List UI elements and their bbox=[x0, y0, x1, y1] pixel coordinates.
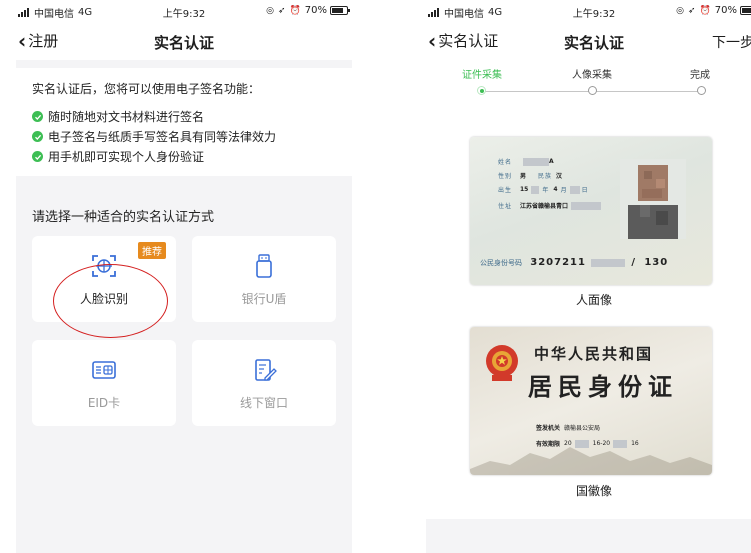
id-birth-year: 15 bbox=[520, 186, 529, 193]
clock-icon: ⏰ bbox=[289, 5, 301, 16]
id-number-end: 130 bbox=[644, 257, 669, 268]
clock-icon: ⏰ bbox=[699, 5, 711, 16]
id-ethnic-value: 汉 bbox=[556, 173, 563, 180]
check-circle-icon bbox=[32, 151, 43, 162]
id-validity-part1: 20 bbox=[564, 440, 572, 447]
redaction-mask bbox=[571, 201, 602, 210]
bank-ukey-card[interactable]: 银行U盾 bbox=[192, 236, 336, 322]
method-section: 请选择一种适合的实名认证方式 推荐 人脸识别 银行U盾 EID卡 线下窗口 bbox=[16, 186, 352, 553]
eid-card-option[interactable]: EID卡 bbox=[32, 340, 176, 426]
redaction-mask bbox=[574, 439, 589, 448]
id-validity-row: 有效期限 20 16-20 16 bbox=[536, 439, 639, 448]
usb-key-icon bbox=[192, 252, 336, 280]
status-bar: 中国电信 4G 上午9:32 ◎ ➶ ⏰ 70% bbox=[426, 0, 751, 22]
id-gender-label: 性别 bbox=[498, 173, 513, 180]
battery-icon bbox=[740, 6, 751, 15]
redaction-mask bbox=[613, 439, 628, 448]
benefit-text: 电子签名与纸质手写签名具有同等法律效力 bbox=[48, 130, 277, 144]
progress-steps: 证件采集 人像采集 完成 bbox=[426, 62, 751, 102]
highlight-circle bbox=[53, 264, 168, 338]
benefit-item: 用手机即可实现个人身份验证 bbox=[32, 148, 204, 165]
id-number-row: 公民身份号码 3207211 / 130 bbox=[480, 257, 669, 268]
redaction-mask bbox=[569, 185, 580, 194]
page-title: 实名认证 bbox=[153, 34, 214, 52]
national-emblem-icon bbox=[484, 343, 520, 383]
id-birth-day-unit: 日 bbox=[581, 187, 588, 194]
id-back-country-title: 中华人民共和国 bbox=[534, 345, 654, 363]
alarm-icon: ◎ bbox=[266, 5, 274, 16]
right-phone-screen: 中国电信 4G 上午9:32 ◎ ➶ ⏰ 70% ‹ 实名认证 实名认证 下一步… bbox=[426, 0, 751, 553]
step-label-capture-id: 证件采集 bbox=[462, 70, 502, 81]
id-front-caption: 人面像 bbox=[575, 293, 612, 307]
id-birth-label: 出生 bbox=[498, 187, 513, 194]
id-name-row: 姓名 A bbox=[498, 157, 554, 166]
step-label-capture-face: 人像采集 bbox=[572, 70, 612, 81]
bank-ukey-label: 银行U盾 bbox=[241, 292, 287, 306]
step-label-complete: 完成 bbox=[690, 70, 710, 81]
id-address-label: 住址 bbox=[498, 203, 513, 210]
step-connector bbox=[482, 91, 594, 92]
location-icon: ➶ bbox=[688, 5, 696, 16]
id-authority-label: 签发机关 bbox=[536, 425, 561, 432]
id-name-label: 姓名 bbox=[498, 159, 513, 166]
battery-percent: 70% bbox=[304, 5, 327, 16]
status-right: ◎ ➶ ⏰ 70% bbox=[676, 5, 751, 16]
redaction-mask bbox=[523, 157, 549, 166]
id-birth-month-unit: 月 bbox=[560, 187, 567, 194]
intro-lead: 实名认证后，您将可以使用电子签名功能： bbox=[32, 82, 261, 96]
benefit-item: 随时随地对文书材料进行签名 bbox=[32, 108, 204, 125]
id-gender-row: 性别 男 民族 汉 bbox=[498, 171, 562, 180]
id-authority-value: 赣榆县公安局 bbox=[564, 425, 601, 432]
id-validity-label: 有效期限 bbox=[536, 441, 561, 448]
id-back-card-title: 居民身份证 bbox=[528, 372, 678, 401]
id-address-value: 江苏省赣榆县青口 bbox=[520, 203, 569, 210]
redaction-mask bbox=[591, 259, 626, 267]
id-authority-row: 签发机关 赣榆县公安局 bbox=[536, 423, 600, 432]
step-dot-active bbox=[477, 86, 486, 95]
id-gender-value: 男 bbox=[520, 173, 527, 180]
battery-percent: 70% bbox=[714, 5, 737, 16]
id-ethnic-label: 民族 bbox=[538, 173, 553, 180]
method-section-title: 请选择一种适合的实名认证方式 bbox=[32, 210, 215, 225]
left-phone-screen: 中国电信 4G 上午9:32 ◎ ➶ ⏰ 70% ‹ 注册 实名认证 实名认证后… bbox=[16, 0, 352, 553]
id-validity-part2: 16-20 bbox=[592, 440, 611, 447]
next-step-button[interactable]: 下一步 bbox=[712, 32, 751, 52]
eid-card-label: EID卡 bbox=[87, 396, 121, 410]
id-validity-part3: 16 bbox=[631, 440, 639, 447]
benefit-item: 电子签名与纸质手写签名具有同等法律效力 bbox=[32, 128, 276, 145]
check-circle-icon bbox=[32, 111, 43, 122]
id-birth-month: 4 bbox=[553, 186, 558, 193]
benefit-text: 随时随地对文书材料进行签名 bbox=[48, 110, 205, 124]
status-bar: 中国电信 4G 上午9:32 ◎ ➶ ⏰ 70% bbox=[16, 0, 352, 22]
status-right: ◎ ➶ ⏰ 70% bbox=[266, 5, 350, 16]
id-card-back-image[interactable]: 中华人民共和国 居民身份证 签发机关 赣榆县公安局 有效期限 20 16-20 … bbox=[470, 327, 712, 475]
nav-bar: ‹ 实名认证 实名认证 下一步 bbox=[426, 22, 751, 60]
id-number-label: 公民身份号码 bbox=[480, 259, 522, 267]
offline-window-card[interactable]: 线下窗口 bbox=[192, 340, 336, 426]
id-birth-year-unit: 年 bbox=[542, 187, 549, 194]
id-portrait-photo bbox=[620, 159, 686, 239]
location-icon: ➶ bbox=[278, 5, 286, 16]
id-back-caption: 国徽像 bbox=[575, 484, 612, 498]
id-birth-row: 出生 15 年 4 月 日 bbox=[498, 185, 588, 194]
redaction-mask bbox=[531, 185, 540, 194]
document-edit-icon bbox=[192, 356, 336, 384]
id-number-start: 3207211 bbox=[530, 257, 586, 268]
footer-area bbox=[426, 519, 751, 553]
step-connector bbox=[594, 91, 704, 92]
step-dot bbox=[588, 86, 597, 95]
eid-card-icon bbox=[32, 356, 176, 384]
id-card-front-image[interactable]: 姓名 A 性别 男 民族 汉 出生 15 年 4 月 日 住址 江苏省赣榆县青口 bbox=[470, 137, 712, 285]
id-address-row: 住址 江苏省赣榆县青口 bbox=[498, 201, 602, 210]
check-circle-icon bbox=[32, 131, 43, 142]
id-name-value: A bbox=[549, 158, 554, 165]
intro-panel: 实名认证后，您将可以使用电子签名功能： 随时随地对文书材料进行签名 电子签名与纸… bbox=[16, 68, 352, 176]
nav-bar: ‹ 注册 实名认证 bbox=[16, 22, 352, 60]
alarm-icon: ◎ bbox=[676, 5, 684, 16]
step-dot bbox=[697, 86, 706, 95]
battery-icon bbox=[330, 6, 350, 15]
offline-window-label: 线下窗口 bbox=[239, 396, 288, 410]
page-title: 实名认证 bbox=[563, 34, 624, 52]
benefit-text: 用手机即可实现个人身份验证 bbox=[48, 150, 205, 164]
